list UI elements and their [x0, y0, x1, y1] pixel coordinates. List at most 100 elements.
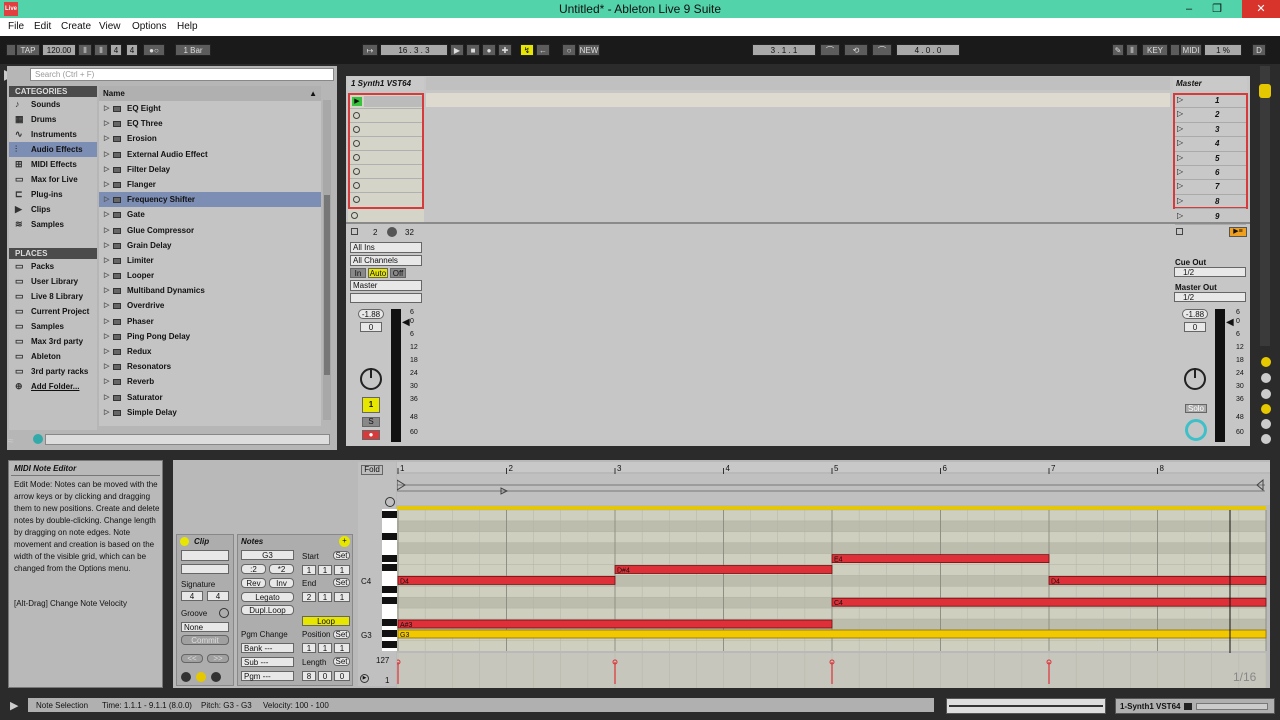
loop-switch[interactable]: ⟲: [844, 44, 868, 56]
delay-view-icon[interactable]: [1261, 434, 1271, 444]
place-3rd-party-racks[interactable]: ▭ 3rd party racks: [9, 364, 97, 379]
black-key[interactable]: [382, 619, 397, 626]
half-length-button[interactable]: :2: [241, 564, 266, 574]
loop-length-field[interactable]: 4 . 0 . 0: [896, 44, 960, 56]
clip-slot[interactable]: [350, 109, 422, 123]
browser-item[interactable]: ▷ EQ Eight: [99, 101, 321, 116]
expand-arrow-icon[interactable]: ▷: [104, 238, 109, 253]
close-button[interactable]: ✕: [1242, 0, 1280, 18]
automation-arm-button[interactable]: ↯: [520, 44, 534, 56]
browser-item[interactable]: ▷ Simple Delay: [99, 405, 321, 420]
ext-sync-button[interactable]: [6, 44, 16, 56]
monitor-off-button[interactable]: Off: [390, 268, 406, 278]
expand-arrow-icon[interactable]: ▷: [104, 268, 109, 283]
browser-item[interactable]: ▷ Frequency Shifter: [99, 192, 321, 208]
scene-launch-button[interactable]: ▷ 6: [1175, 166, 1246, 181]
cue-volume-knob[interactable]: [1185, 419, 1207, 441]
sidebar-item-instruments[interactable]: ∿ Instruments: [9, 127, 97, 142]
sidebar-item-sounds[interactable]: ♪ Sounds: [9, 97, 97, 112]
expand-arrow-icon[interactable]: ▷: [104, 359, 109, 374]
sends-view-icon[interactable]: [1261, 373, 1271, 383]
browser-item[interactable]: ▷ Limiter: [99, 253, 321, 268]
cue-out-select[interactable]: 1/2: [1174, 267, 1246, 277]
master-solo-button[interactable]: Solo: [1185, 404, 1207, 413]
volume-fader-handle[interactable]: ◀: [402, 317, 410, 328]
expand-arrow-icon[interactable]: ▷: [104, 116, 109, 131]
scene-play-icon[interactable]: ▷: [1177, 196, 1183, 205]
record-slot-icon[interactable]: [353, 126, 360, 133]
output-select[interactable]: Master: [350, 280, 422, 291]
reverse-button[interactable]: Rev: [241, 578, 266, 588]
browser-item[interactable]: ▷ External Audio Effect: [99, 147, 321, 162]
tap-button[interactable]: TAP: [16, 44, 40, 56]
expand-arrow-icon[interactable]: ▷: [104, 131, 109, 146]
sidebar-item-max-for-live[interactable]: ▭ Max for Live: [9, 172, 97, 187]
track-activator-button[interactable]: 1: [362, 397, 380, 413]
place-user-library[interactable]: ▭ User Library: [9, 274, 97, 289]
scene-launch-button[interactable]: ▷ 3: [1175, 123, 1246, 138]
output-channel-select[interactable]: [350, 293, 422, 303]
black-key[interactable]: [382, 630, 397, 637]
solo-button[interactable]: S: [362, 417, 380, 427]
returns-view-icon[interactable]: [1261, 389, 1271, 399]
arm-button[interactable]: ●: [362, 430, 380, 440]
length-sixteenth-field[interactable]: 0: [334, 671, 350, 681]
place-packs[interactable]: ▭ Packs: [9, 259, 97, 274]
preview-strip[interactable]: [45, 434, 330, 445]
name-column-header[interactable]: Name ▲: [99, 86, 321, 101]
browser-item[interactable]: ▷ EQ Three: [99, 116, 321, 131]
draw-mode-icon[interactable]: ✎: [1112, 44, 1124, 56]
menu-file[interactable]: File: [8, 21, 24, 32]
add-folder-button[interactable]: ⊕ Add Folder...: [9, 379, 97, 394]
position-set-button[interactable]: Set: [333, 630, 350, 639]
follow-button[interactable]: ↦: [362, 44, 378, 56]
sidebar-item-plug-ins[interactable]: ⊏ Plug-ins: [9, 187, 97, 202]
place-ableton[interactable]: ▭ Ableton: [9, 349, 97, 364]
new-button[interactable]: NEW: [578, 44, 600, 56]
io-toggle-icon[interactable]: ▶≡: [1229, 227, 1247, 237]
punch-in-button[interactable]: ⌒: [820, 44, 840, 56]
tempo-field[interactable]: 120.00: [42, 44, 76, 56]
mixer-view-icon[interactable]: [1261, 404, 1271, 414]
nudge-back-button[interactable]: <<: [181, 654, 203, 663]
expand-arrow-icon[interactable]: ▷: [104, 329, 109, 344]
place-max-3rd-party[interactable]: ▭ Max 3rd party: [9, 334, 97, 349]
browser-item[interactable]: ▷ Ping Pong Delay: [99, 329, 321, 344]
scene-launch-button[interactable]: ▷ 1: [1175, 94, 1246, 109]
monitor-auto-button[interactable]: Auto: [368, 268, 388, 278]
black-key[interactable]: [382, 555, 397, 562]
browser-item[interactable]: ▷ Reverb: [99, 374, 321, 389]
end-sixteenth-field[interactable]: 1: [334, 592, 350, 602]
scene-play-icon[interactable]: ▷: [1177, 138, 1183, 147]
sub-bank-field[interactable]: Sub ---: [241, 657, 294, 667]
scene-play-icon[interactable]: ▷: [1177, 124, 1183, 133]
stop-button[interactable]: ■: [466, 44, 480, 56]
reenable-automation-button[interactable]: ←: [536, 44, 550, 56]
browser-item[interactable]: ▷ Redux: [99, 344, 321, 359]
expand-arrow-icon[interactable]: ▷: [104, 177, 109, 192]
start-bar-field[interactable]: 1: [302, 565, 316, 575]
record-slot-icon[interactable]: [353, 196, 360, 203]
sidebar-item-clips[interactable]: ▶ Clips: [9, 202, 97, 217]
scene-play-icon[interactable]: ▷: [1177, 181, 1183, 190]
scene-launch-button[interactable]: ▷ 2: [1175, 108, 1246, 123]
expand-arrow-icon[interactable]: ▷: [104, 223, 109, 238]
session-record-button[interactable]: ○: [562, 44, 576, 56]
maximize-button[interactable]: ❐: [1204, 0, 1230, 18]
end-bar-field[interactable]: 2: [302, 592, 316, 602]
clip-slot[interactable]: [350, 151, 422, 165]
black-key[interactable]: [382, 511, 397, 518]
scene-play-icon[interactable]: ▷: [1177, 109, 1183, 118]
sidebar-item-audio-effects[interactable]: ⫶ Audio Effects: [9, 142, 97, 157]
session-vertical-scrollbar[interactable]: [1260, 66, 1270, 346]
nudge-down-button[interactable]: ⦀: [78, 44, 92, 56]
status-track-box[interactable]: 1-Synth1 VST64: [1115, 698, 1275, 714]
expand-arrow-icon[interactable]: ▷: [104, 207, 109, 222]
record-slot-icon[interactable]: [353, 140, 360, 147]
start-beat-field[interactable]: 1: [318, 565, 332, 575]
browser-item[interactable]: ▷ Overdrive: [99, 298, 321, 313]
scene-launch-button[interactable]: ▷ 4: [1175, 137, 1246, 152]
input-channel-select[interactable]: All Channels: [350, 255, 422, 266]
overdub-button[interactable]: ✚: [498, 44, 512, 56]
browser-item[interactable]: ▷ Erosion: [99, 131, 321, 146]
